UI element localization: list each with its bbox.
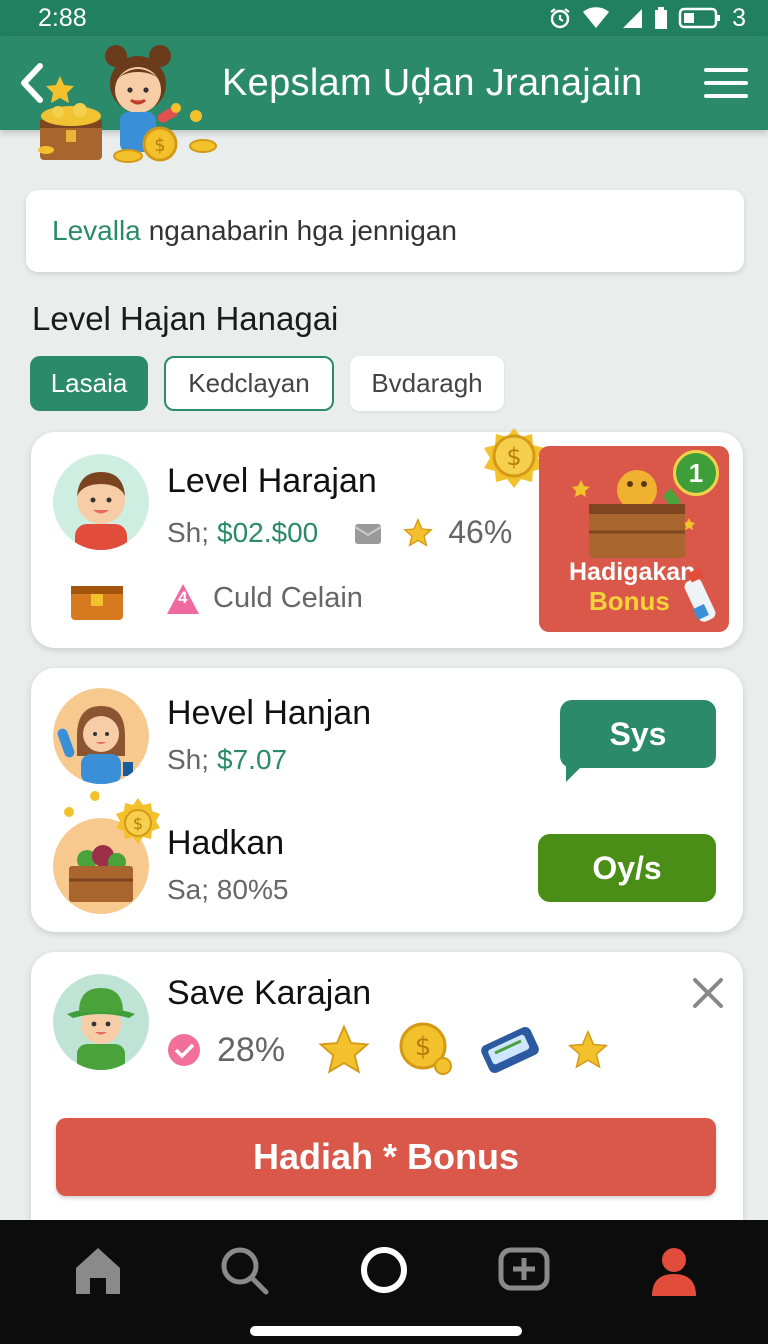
home-icon[interactable] (70, 1242, 126, 1298)
check-circle-icon (168, 1034, 200, 1066)
avatar-girl (53, 688, 149, 784)
card1-amount-row: Sh; $02.$00 46% (167, 514, 512, 551)
card1-amount: $02.$00 (217, 516, 319, 548)
card1-percent: 46% (448, 514, 513, 550)
tab-bvdaragh[interactable]: Bvdaragh (350, 356, 504, 411)
search-icon[interactable] (216, 1242, 272, 1298)
tab-kedclayan[interactable]: Kedclayan (164, 356, 334, 411)
search-banner[interactable]: Levalla nganabarin hga jennigan (26, 190, 744, 272)
spray-bottle-icon (684, 567, 716, 622)
hamburger-menu-icon[interactable] (704, 68, 748, 102)
coin-small-icon (64, 791, 99, 817)
oys-button[interactable]: Oy/s (538, 834, 716, 902)
card1-name: Level Harajan (167, 462, 377, 500)
card3-stats-row: 28% $ (167, 1020, 611, 1080)
add-chat-icon[interactable] (496, 1242, 552, 1298)
page-title: Kepslam Uḑan Jranajain (222, 62, 643, 104)
card1-badge-number: 4 (178, 588, 188, 607)
bonus-label-2: Bonus (589, 586, 670, 616)
section-title: Level Hajan Hanagai (32, 300, 339, 337)
mascot-treasure-illustration: $ (38, 45, 217, 163)
card3-percent: 28% (217, 1030, 286, 1069)
card2-row2-sub: Sa; 80%5 (167, 874, 289, 905)
svg-text:$: $ (154, 135, 165, 156)
card3-name: Save Karajan (167, 974, 372, 1012)
signal-icon (623, 9, 643, 28)
hadiah-bonus-button[interactable]: Hadiah * Bonus (56, 1118, 716, 1196)
coin-burst-small-icon: $ (116, 798, 160, 844)
star-icon (318, 1024, 370, 1074)
battery-label: 3 (732, 3, 746, 32)
sys-button[interactable]: Sys (560, 700, 716, 782)
level-card-3[interactable]: Save Karajan 28% $ Hadiah * Bonus (31, 952, 743, 1242)
card2-row2-name: Hadkan (167, 824, 285, 862)
svg-text:$: $ (506, 443, 521, 471)
card2-row1-prefix: Sh; (167, 744, 210, 775)
battery-saver-icon (655, 7, 668, 29)
star-icon (403, 517, 434, 547)
circle-icon[interactable] (356, 1242, 412, 1298)
bonus-count-badge: 1 (673, 450, 719, 496)
tab-lasaia[interactable]: Lasaia (30, 356, 148, 411)
status-time: 2:88 (38, 3, 87, 32)
svg-text:$: $ (415, 1032, 432, 1062)
alarm-icon (550, 8, 570, 29)
avatar-boy (53, 454, 149, 550)
card2-row1-name: Hevel Hanjan (167, 694, 372, 732)
envelope-icon (354, 523, 382, 544)
coin-icon: $ (399, 1022, 453, 1075)
wifi-icon (583, 7, 610, 29)
home-indicator (250, 1326, 522, 1336)
filter-tabs: Lasaia Kedclayan Bvdaragh (30, 356, 504, 411)
card1-prefix: Sh; (167, 516, 210, 548)
bonus-tile[interactable]: Hadigakan Bonus 1 (539, 446, 729, 632)
level-card-2[interactable]: Hevel Hanjan Sh; $7.07 Sys $ Hadkan Sa; … (31, 668, 743, 932)
svg-text:$: $ (133, 814, 143, 833)
level-card-1[interactable]: Level Harajan Sh; $02.$00 46% 4 Culd Cel… (31, 428, 743, 648)
chest-icon (71, 586, 123, 620)
card2-row1-amount-row: Sh; $7.07 (167, 744, 287, 776)
battery-icon (678, 7, 721, 29)
bonus-label-1: Hadigakan (569, 558, 696, 586)
card2-row1-amount: $7.07 (217, 744, 288, 775)
profile-icon[interactable] (646, 1242, 702, 1298)
close-icon[interactable] (691, 976, 725, 1010)
avatar-boy-hat (53, 974, 149, 1070)
star-small-icon (567, 1029, 609, 1069)
phone-icon (481, 1026, 539, 1074)
search-highlight: Levalla (52, 215, 141, 246)
status-bar: 2:88 3 (0, 0, 768, 36)
card1-extra: Culd Celain (213, 582, 363, 614)
search-text: nganabarin hga jennigan (148, 215, 458, 246)
